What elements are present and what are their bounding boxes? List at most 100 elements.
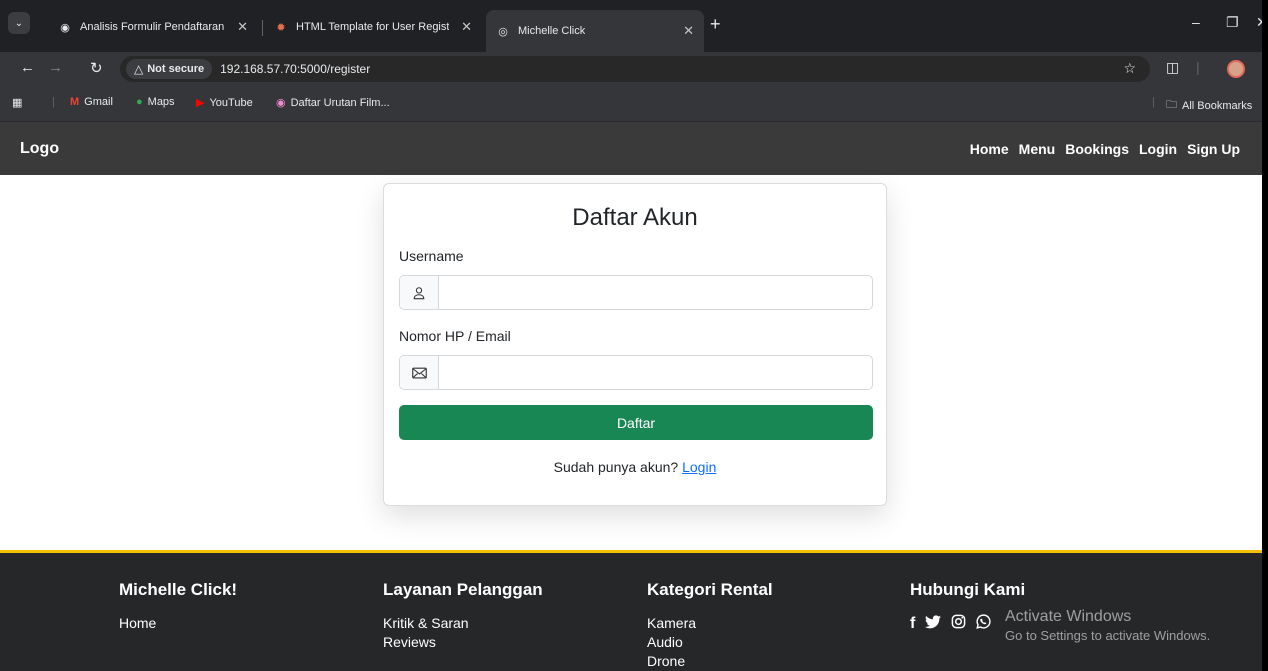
footer-heading: Layanan Pelanggan bbox=[383, 580, 543, 599]
footer-link-kritik-saran[interactable]: Kritik & Saran bbox=[383, 614, 543, 633]
footer-heading: Kategori Rental bbox=[647, 580, 773, 599]
close-icon[interactable]: ✕ bbox=[683, 23, 694, 39]
bookmark-daftar-film[interactable]: ◉ Daftar Urutan Film... bbox=[276, 96, 390, 110]
login-link[interactable]: Login bbox=[682, 459, 716, 475]
watermark-subtitle: Go to Settings to activate Windows. bbox=[1005, 628, 1211, 643]
nav-link-home[interactable]: Home bbox=[970, 141, 1009, 157]
restore-button[interactable]: ❐ bbox=[1226, 14, 1239, 31]
puzzle-icon: ◫ bbox=[1166, 59, 1180, 75]
openai-icon: ◉ bbox=[60, 21, 70, 34]
footer-link-drone[interactable]: Drone bbox=[647, 652, 773, 671]
security-badge[interactable]: △ Not secure bbox=[126, 59, 213, 79]
footer-link-audio[interactable]: Audio bbox=[647, 633, 773, 652]
all-bookmarks-label: All Bookmarks bbox=[1182, 99, 1253, 112]
bookmark-label: Maps bbox=[147, 96, 175, 108]
footer-link-home[interactable]: Home bbox=[119, 614, 237, 633]
login-prompt: Sudah punya akun? Login bbox=[384, 459, 886, 475]
username-input[interactable] bbox=[439, 276, 872, 309]
twitter-icon[interactable] bbox=[925, 614, 942, 634]
extensions-button[interactable]: ◫ bbox=[1166, 59, 1179, 76]
all-bookmarks-button[interactable]: 🗀 All Bookmarks bbox=[1166, 96, 1252, 115]
youtube-icon: ▶ bbox=[196, 97, 205, 109]
footer-heading: Michelle Click! bbox=[119, 580, 238, 599]
footer-link-reviews[interactable]: Reviews bbox=[383, 633, 543, 652]
activate-windows-watermark: Activate Windows Go to Settings to activ… bbox=[1005, 608, 1210, 643]
close-icon[interactable]: ✕ bbox=[461, 19, 472, 35]
username-input-group bbox=[399, 275, 873, 310]
footer-column-layanan: Layanan Pelanggan Kritik & Saran Reviews bbox=[383, 580, 543, 652]
bookmark-separator: | bbox=[52, 96, 55, 108]
bookmark-gmail[interactable]: M Gmail bbox=[70, 96, 113, 108]
nav-link-sign-up[interactable]: Sign Up bbox=[1187, 141, 1240, 157]
not-secure-label: Not secure bbox=[147, 63, 205, 75]
whatsapp-icon[interactable] bbox=[976, 614, 991, 634]
footer-heading: Hubungi Kami bbox=[910, 580, 1026, 599]
apps-grid-icon: ▦ bbox=[12, 97, 23, 109]
spark-icon: ✹ bbox=[276, 21, 286, 34]
new-tab-button[interactable]: + bbox=[710, 14, 721, 35]
bookmark-label: Daftar Urutan Film... bbox=[290, 96, 390, 109]
site-navbar: Logo Home Menu Bookings Login Sign Up bbox=[0, 122, 1268, 175]
nav-link-login[interactable]: Login bbox=[1139, 141, 1177, 157]
restore-icon: ❐ bbox=[1226, 14, 1239, 30]
bookmarks-bar: ▦ | M Gmail ● Maps ▶ YouTube ◉ Daftar Ur… bbox=[0, 86, 1268, 122]
browser-tab-1[interactable]: ◉ Analisis Formulir Pendaftaran ✕ bbox=[48, 10, 258, 44]
arrow-left-icon: ← bbox=[20, 59, 35, 76]
nav-link-menu[interactable]: Menu bbox=[1019, 141, 1056, 157]
chevron-down-icon: ⌄ bbox=[14, 17, 24, 29]
bookmark-separator: | bbox=[1152, 96, 1155, 108]
profile-avatar[interactable] bbox=[1227, 60, 1245, 78]
back-button[interactable]: ← bbox=[20, 59, 35, 76]
tab-title: HTML Template for User Regist bbox=[296, 21, 450, 33]
url-text: 192.168.57.70:5000/register bbox=[220, 62, 371, 76]
arrow-right-icon: → bbox=[48, 59, 63, 76]
facebook-icon[interactable]: f bbox=[910, 615, 915, 633]
contact-input-group bbox=[399, 355, 873, 390]
bookmark-label: YouTube bbox=[209, 96, 253, 109]
user-icon bbox=[400, 276, 439, 309]
browser-toolbar: ← → ↻ △ Not secure 192.168.57.70:5000/re… bbox=[0, 52, 1268, 86]
bookmark-label: Gmail bbox=[84, 96, 113, 108]
footer-column-brand: Michelle Click! Home bbox=[119, 580, 237, 633]
minimize-icon: – bbox=[1192, 14, 1200, 30]
bookmark-star-icon[interactable]: ☆ bbox=[1123, 60, 1136, 77]
bookmark-youtube[interactable]: ▶ YouTube bbox=[196, 96, 253, 110]
apps-button[interactable]: ▦ bbox=[12, 96, 22, 109]
address-bar[interactable]: △ Not secure 192.168.57.70:5000/register… bbox=[120, 56, 1150, 82]
contact-input[interactable] bbox=[439, 356, 872, 389]
map-pin-icon: ● bbox=[136, 96, 143, 108]
minimize-button[interactable]: – bbox=[1192, 14, 1200, 30]
forward-button[interactable]: → bbox=[48, 59, 63, 76]
contact-label: Nomor HP / Email bbox=[399, 328, 511, 344]
register-card: Daftar Akun Username Nomor HP / Email Da… bbox=[383, 183, 887, 506]
close-icon[interactable]: ✕ bbox=[237, 19, 248, 35]
reload-button[interactable]: ↻ bbox=[90, 59, 103, 77]
tab-search-button[interactable]: ⌄ bbox=[8, 12, 30, 34]
tab-title: Analisis Formulir Pendaftaran bbox=[80, 21, 225, 33]
nav-links: Home Menu Bookings Login Sign Up bbox=[970, 141, 1240, 157]
form-title: Daftar Akun bbox=[572, 204, 698, 231]
site-logo[interactable]: Logo bbox=[20, 140, 59, 158]
browser-tab-3-active[interactable]: ◎ Michelle Click ✕ bbox=[486, 10, 704, 52]
footer-column-kategori: Kategori Rental Kamera Audio Drone bbox=[647, 580, 773, 671]
daftar-button[interactable]: Daftar bbox=[399, 405, 873, 440]
reload-icon: ↻ bbox=[90, 60, 103, 77]
globe-icon: ◎ bbox=[498, 25, 508, 38]
tab-separator bbox=[262, 20, 263, 36]
envelope-icon bbox=[400, 356, 439, 389]
browser-tab-2[interactable]: ✹ HTML Template for User Regist ✕ bbox=[264, 10, 482, 44]
folder-icon: 🗀 bbox=[1166, 99, 1177, 111]
warning-icon: △ bbox=[134, 62, 144, 76]
footer-link-kamera[interactable]: Kamera bbox=[647, 614, 773, 633]
bookmark-maps[interactable]: ● Maps bbox=[136, 96, 175, 108]
watermark-title: Activate Windows bbox=[1005, 608, 1132, 625]
plus-icon: + bbox=[710, 14, 721, 34]
screen-edge bbox=[1262, 0, 1268, 671]
login-prompt-text: Sudah punya akun? bbox=[553, 459, 679, 475]
nav-link-bookings[interactable]: Bookings bbox=[1065, 141, 1129, 157]
tab-title: Michelle Click bbox=[518, 25, 586, 37]
toolbar-separator: | bbox=[1196, 59, 1200, 75]
instagram-icon[interactable] bbox=[951, 614, 966, 634]
film-icon: ◉ bbox=[276, 97, 286, 109]
browser-tabstrip: ⌄ ◉ Analisis Formulir Pendaftaran ✕ ✹ HT… bbox=[0, 0, 1268, 52]
